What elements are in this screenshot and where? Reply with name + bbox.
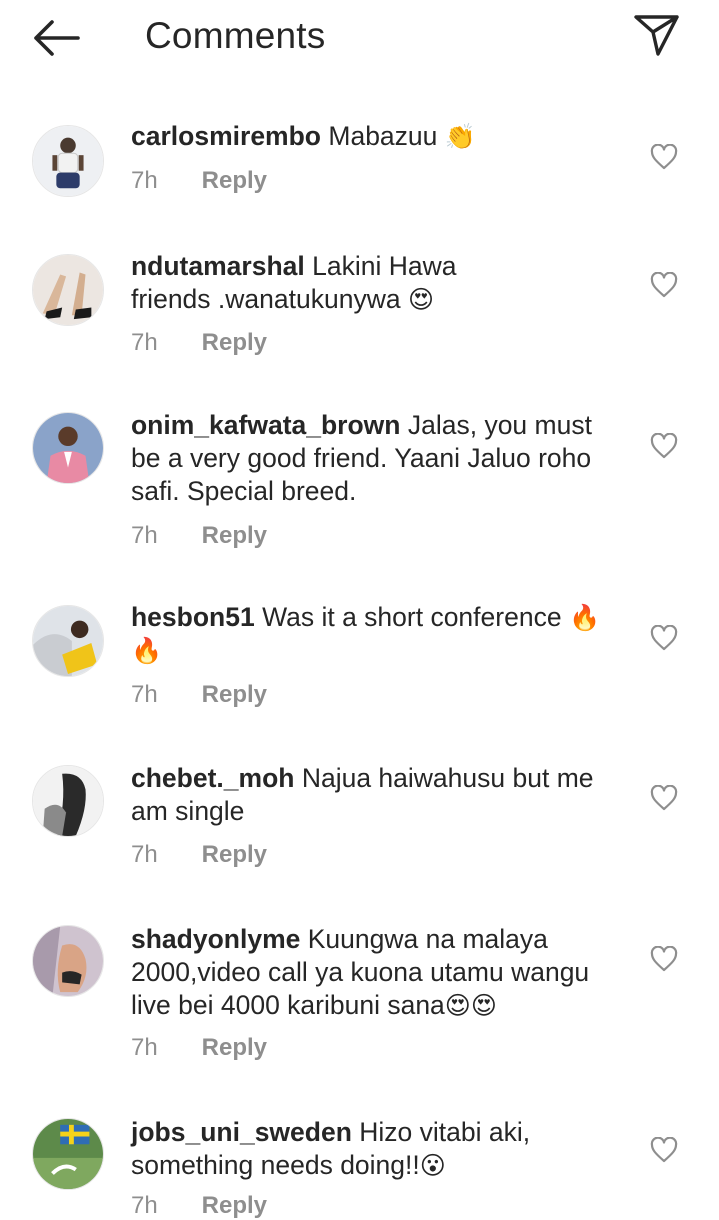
comment-timestamp: 7h — [131, 681, 158, 708]
reply-button[interactable]: Reply — [202, 1034, 267, 1061]
comment-emoji: 😍 — [407, 285, 435, 314]
comment-username[interactable]: ndutamarshal — [131, 251, 305, 281]
comment-meta: 7h Reply — [131, 167, 267, 195]
avatar[interactable] — [32, 765, 104, 837]
comment-username[interactable]: onim_kafwata_brown — [131, 410, 400, 440]
comment-username[interactable]: chebet._moh — [131, 763, 294, 793]
comment-meta: 7h Reply — [131, 1034, 267, 1062]
comment-text: hesbon51 Was it a short conference 🔥 🔥 — [131, 601, 631, 667]
reply-button[interactable]: Reply — [202, 522, 267, 549]
avatar[interactable] — [32, 125, 104, 197]
heart-outline-icon — [650, 945, 678, 972]
comment-timestamp: 7h — [131, 1034, 158, 1061]
avatar[interactable] — [32, 605, 104, 677]
back-button[interactable] — [30, 18, 82, 58]
comment-emoji: 😮 — [419, 1151, 446, 1180]
top-bar: Comments — [0, 0, 719, 78]
comment-username[interactable]: jobs_uni_sweden — [131, 1117, 352, 1147]
like-button[interactable] — [650, 432, 678, 459]
comment-message: Was it a short conference — [262, 602, 562, 632]
reply-button[interactable]: Reply — [202, 681, 267, 708]
like-button[interactable] — [650, 1136, 678, 1163]
comment-timestamp: 7h — [131, 167, 158, 194]
comment-emoji: 😍😍 — [444, 991, 497, 1020]
comment-timestamp: 7h — [131, 1192, 158, 1219]
comment-meta: 7h Reply — [131, 522, 267, 550]
comment-username[interactable]: carlosmirembo — [131, 121, 321, 151]
like-button[interactable] — [650, 945, 678, 972]
comment-text: onim_kafwata_brown Jalas, you must be a … — [131, 409, 621, 508]
avatar[interactable] — [32, 1118, 104, 1190]
comment-text: carlosmirembo Mabazuu 👏 — [131, 120, 631, 153]
heart-outline-icon — [650, 432, 678, 459]
comment-meta: 7h Reply — [131, 1192, 267, 1220]
reply-button[interactable]: Reply — [202, 329, 267, 356]
heart-outline-icon — [650, 784, 678, 811]
comment-text: chebet._moh Najua haiwahusu but me am si… — [131, 762, 631, 828]
reply-button[interactable]: Reply — [202, 167, 267, 194]
like-button[interactable] — [650, 271, 678, 298]
like-button[interactable] — [650, 624, 678, 651]
comment-meta: 7h Reply — [131, 329, 267, 357]
comment-username[interactable]: shadyonlyme — [131, 924, 300, 954]
comment-timestamp: 7h — [131, 841, 158, 868]
comment-text: jobs_uni_sweden Hizo vitabi aki, somethi… — [131, 1116, 611, 1182]
reply-button[interactable]: Reply — [202, 1192, 267, 1219]
avatar[interactable] — [32, 254, 104, 326]
comment-timestamp: 7h — [131, 329, 158, 356]
comment-meta: 7h Reply — [131, 841, 267, 869]
like-button[interactable] — [650, 784, 678, 811]
avatar[interactable] — [32, 412, 104, 484]
heart-outline-icon — [650, 624, 678, 651]
share-button[interactable] — [632, 12, 680, 58]
heart-outline-icon — [650, 271, 678, 298]
comment-username[interactable]: hesbon51 — [131, 602, 255, 632]
page-title: Comments — [145, 15, 326, 56]
like-button[interactable] — [650, 143, 678, 170]
comment-emoji: 👏 — [444, 122, 476, 151]
paper-plane-icon — [634, 15, 679, 56]
avatar[interactable] — [32, 925, 104, 997]
heart-outline-icon — [650, 1136, 678, 1163]
comment-text: ndutamarshal Lakini Hawa friends .wanatu… — [131, 250, 471, 316]
arrow-left-icon — [34, 20, 80, 56]
heart-outline-icon — [650, 143, 678, 170]
comment-timestamp: 7h — [131, 522, 158, 549]
comment-meta: 7h Reply — [131, 681, 267, 709]
reply-button[interactable]: Reply — [202, 841, 267, 868]
comment-message: Mabazuu — [328, 121, 438, 151]
comment-text: shadyonlyme Kuungwa na malaya 2000,video… — [131, 923, 621, 1022]
